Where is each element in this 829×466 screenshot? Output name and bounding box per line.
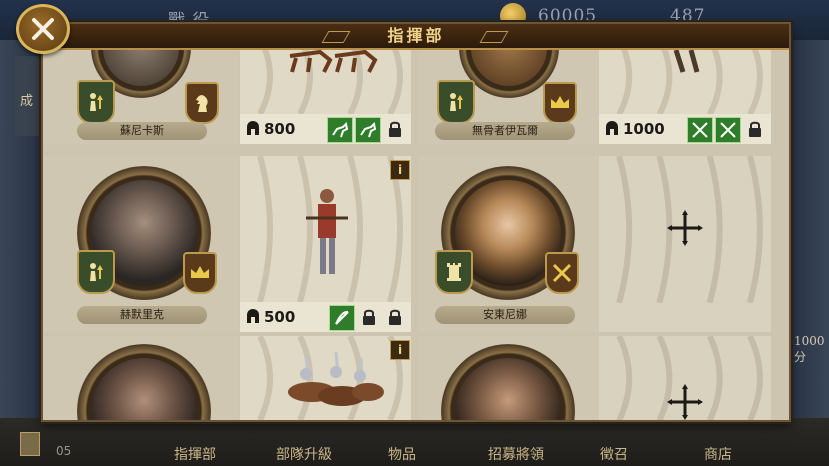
add-unit-icon[interactable]	[667, 210, 703, 246]
title-ornament-right	[479, 31, 509, 43]
empty-unit-slot[interactable]	[599, 156, 771, 332]
panel-title-bar: 指揮部	[43, 24, 789, 50]
crossbow-icon	[335, 310, 349, 325]
rank-badge	[77, 80, 115, 124]
crown-icon	[191, 266, 209, 278]
close-button[interactable]	[16, 4, 70, 54]
helmet-icon	[247, 309, 259, 323]
locked-slot	[357, 305, 381, 329]
sword-slot[interactable]	[687, 117, 713, 143]
unit-cell-3[interactable]: i 500	[240, 156, 411, 332]
crossed-swords-icon	[720, 122, 736, 138]
commander-card-3[interactable]: 赫默里克	[43, 156, 239, 332]
lock-icon	[389, 121, 401, 137]
add-unit-icon[interactable]	[667, 384, 703, 420]
commander-card-5[interactable]	[43, 336, 239, 420]
class-badge	[545, 252, 579, 294]
locked-slot	[743, 117, 767, 141]
tab-command[interactable]: 指揮部	[174, 444, 216, 464]
pawn-icon	[90, 263, 103, 281]
scroll-icon	[20, 432, 40, 456]
upgrade-slots	[327, 117, 407, 143]
horse-archer-slot[interactable]	[355, 117, 381, 143]
rank-badge	[435, 250, 473, 294]
locked-slot	[383, 117, 407, 141]
horse-archer-slot[interactable]	[327, 117, 353, 143]
panel-title: 指揮部	[387, 26, 445, 45]
crown-icon	[551, 96, 569, 108]
pawn-icon	[90, 93, 103, 111]
tab-recruit-generals[interactable]: 招募將領	[488, 444, 544, 464]
crossed-swords-icon	[692, 122, 708, 138]
commander-card-1[interactable]: 蘇尼卡斯	[43, 24, 239, 144]
bottom-count: 05	[56, 444, 72, 458]
title-ornament-left	[321, 31, 351, 43]
cost-row: 800	[240, 114, 411, 144]
helmet-icon	[247, 121, 259, 135]
cost-row: 1000	[599, 114, 771, 144]
upgrade-slots	[687, 117, 767, 143]
unit-cell-1[interactable]: 800	[240, 38, 411, 144]
rook-icon	[447, 263, 461, 281]
commander-name: 赫默里克	[77, 306, 207, 324]
cost-value: 800	[264, 120, 296, 138]
cost-row: 500	[240, 302, 411, 332]
commander-card-2[interactable]: 無骨者伊瓦爾	[419, 24, 599, 144]
horse-icon	[360, 121, 377, 138]
empty-unit-slot[interactable]	[599, 336, 771, 420]
crossbowman-unit-icon	[306, 189, 348, 274]
lock-icon	[363, 309, 375, 325]
unit-cell-2[interactable]: 1000	[599, 38, 771, 144]
right-side-value: 1000分	[794, 334, 825, 364]
bow-slot[interactable]	[329, 305, 355, 331]
cost-value: 1000	[623, 120, 665, 138]
tab-conscription[interactable]: 徵召	[600, 444, 628, 464]
class-badge	[543, 82, 577, 124]
commander-name: 無骨者伊瓦爾	[435, 122, 575, 140]
helmet-icon	[606, 121, 618, 135]
lock-icon	[749, 121, 761, 137]
knights-unit-icon	[288, 351, 384, 406]
command-panel: 指揮部 蘇尼卡斯 800 無骨者伊瓦爾 1000 赫默里克 i 500 安東尼娜…	[41, 22, 791, 422]
tab-unit-upgrade[interactable]: 部隊升級	[276, 444, 332, 464]
cost-value: 500	[264, 308, 296, 326]
horse-icon	[332, 121, 349, 138]
commander-name: 蘇尼卡斯	[77, 122, 207, 140]
commander-card-6[interactable]	[419, 336, 599, 420]
upgrade-slots	[329, 305, 407, 331]
locked-slot	[383, 305, 407, 329]
sword-slot[interactable]	[715, 117, 741, 143]
rank-badge	[437, 80, 475, 124]
class-badge	[185, 82, 219, 124]
commander-grid: 蘇尼卡斯 800 無骨者伊瓦爾 1000 赫默里克 i 500 安東尼娜 i	[43, 24, 789, 420]
crossed-swords-shield-icon	[552, 263, 572, 283]
lock-icon	[389, 309, 401, 325]
commander-name: 安東尼娜	[435, 306, 575, 324]
info-button[interactable]: i	[390, 340, 410, 360]
info-button[interactable]: i	[390, 160, 410, 180]
tab-items[interactable]: 物品	[388, 444, 416, 464]
left-side-label: 成	[20, 94, 34, 109]
rank-badge	[77, 250, 115, 294]
knight-chess-icon	[196, 95, 208, 112]
commander-card-4[interactable]: 安東尼娜	[419, 156, 599, 332]
tab-shop[interactable]: 商店	[704, 444, 732, 464]
unit-cell-5[interactable]: i	[240, 336, 411, 420]
class-badge	[183, 252, 217, 294]
close-icon	[32, 18, 54, 40]
pawn-icon	[450, 93, 463, 111]
